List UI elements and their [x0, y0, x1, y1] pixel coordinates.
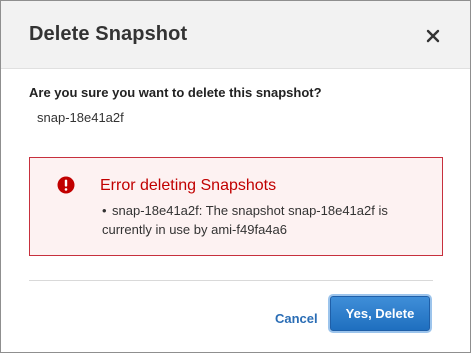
bullet: •	[102, 203, 107, 218]
yes-delete-button[interactable]: Yes, Delete	[330, 296, 430, 331]
error-message: • snap-18e41a2f: The snapshot snap-18e41a…	[102, 201, 432, 239]
error-alert: Error deleting Snapshots • snap-18e41a2f:…	[29, 157, 443, 256]
cancel-button[interactable]: Cancel	[275, 311, 318, 326]
close-icon	[426, 29, 440, 43]
error-icon	[57, 176, 75, 194]
delete-confirmation-question: Are you sure you want to delete this sna…	[29, 85, 322, 100]
close-button[interactable]	[421, 24, 445, 48]
delete-snapshot-dialog: Delete Snapshot Are you sure you want to…	[0, 0, 471, 353]
footer-divider	[29, 280, 433, 281]
error-message-line-2: currently in use by ami-f49fa4a6	[102, 222, 287, 237]
snapshot-id: snap-18e41a2f	[37, 110, 124, 125]
error-message-line-1: snap-18e41a2f: The snapshot snap-18e41a2…	[112, 203, 388, 218]
dialog-title: Delete Snapshot	[29, 23, 188, 45]
dialog-header: Delete Snapshot	[1, 1, 470, 69]
error-title: Error deleting Snapshots	[100, 177, 277, 194]
